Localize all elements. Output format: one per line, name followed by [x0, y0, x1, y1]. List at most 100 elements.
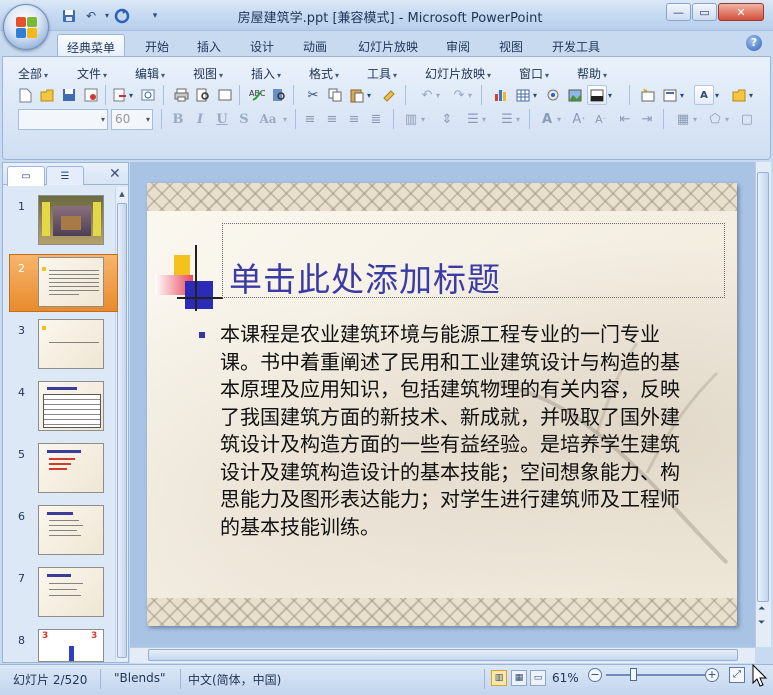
- font-color-dropdown-icon[interactable]: ▾: [554, 109, 564, 129]
- minimize-button[interactable]: —: [666, 3, 691, 21]
- align-right-icon[interactable]: ≡: [344, 109, 364, 129]
- print-icon[interactable]: [171, 85, 191, 105]
- slide-show-button[interactable]: ▭: [530, 670, 546, 686]
- insert-chart-icon[interactable]: [491, 85, 511, 105]
- web-page-icon[interactable]: [138, 85, 158, 105]
- numbering-dropdown-icon[interactable]: ▾: [479, 109, 489, 129]
- slide-thumbnail-1[interactable]: [38, 195, 104, 245]
- table-dropdown-icon[interactable]: ▾: [530, 85, 540, 105]
- normal-view-button[interactable]: ▥: [491, 670, 507, 686]
- close-panel-icon[interactable]: ✕: [109, 166, 121, 182]
- zoom-out-button[interactable]: −: [588, 668, 602, 682]
- menu-edit[interactable]: 编辑 ▾: [135, 65, 165, 82]
- insert-smartart-icon[interactable]: [543, 85, 563, 105]
- slide-body-text[interactable]: 本课程是农业建筑环境与能源工程专业的一门专业课。书中着重阐述了民用和工业建筑设计…: [220, 321, 690, 541]
- maximize-button[interactable]: ▭: [692, 3, 717, 21]
- zoom-in-button[interactable]: +: [705, 668, 719, 682]
- slide-canvas[interactable]: 单击此处添加标题 本课程是农业建筑环境与能源工程专业的一门专业课。书中着重阐述了…: [147, 183, 737, 626]
- menu-file[interactable]: 文件 ▾: [77, 65, 107, 82]
- insert-picture-icon[interactable]: [565, 85, 585, 105]
- language-indicator[interactable]: 中文(简体，中国): [188, 671, 281, 688]
- slide-title[interactable]: 单击此处添加标题: [229, 253, 501, 301]
- font-size-combo[interactable]: 60 ▾: [111, 109, 153, 130]
- tab-classic-menu[interactable]: 经典菜单: [57, 34, 125, 57]
- redo-icon[interactable]: [113, 7, 131, 24]
- new-slide-icon[interactable]: [638, 85, 658, 105]
- tab-animations[interactable]: 动画: [293, 34, 337, 57]
- permission-icon[interactable]: [81, 85, 101, 105]
- layout-dropdown-icon[interactable]: ▾: [677, 85, 687, 105]
- slide-thumbnail-4[interactable]: [38, 381, 104, 431]
- font-name-combo[interactable]: ▾: [18, 109, 108, 130]
- align-left-icon[interactable]: ≡: [300, 109, 320, 129]
- text-box-dropdown-icon[interactable]: ▾: [712, 85, 722, 105]
- office-button[interactable]: [3, 4, 49, 50]
- design-dropdown-icon[interactable]: ▾: [746, 85, 756, 105]
- zoom-slider-thumb[interactable]: [630, 668, 638, 681]
- new-icon[interactable]: [15, 85, 35, 105]
- slide-thumbnail-6[interactable]: [38, 505, 104, 555]
- tab-home[interactable]: 开始: [135, 34, 179, 57]
- bullets-dropdown-icon[interactable]: ▾: [513, 109, 523, 129]
- color-grayscale-icon[interactable]: [587, 85, 607, 105]
- undo-list-icon[interactable]: ▾: [433, 85, 443, 105]
- copy-icon[interactable]: [325, 85, 345, 105]
- increase-indent-icon[interactable]: ⇥: [637, 109, 657, 129]
- export-dropdown-icon[interactable]: ▾: [126, 85, 136, 105]
- menu-format[interactable]: 格式 ▾: [309, 65, 339, 82]
- slides-tab[interactable]: ▭: [7, 166, 45, 186]
- bold-button[interactable]: B: [168, 109, 188, 129]
- menu-view[interactable]: 视图 ▾: [193, 65, 223, 82]
- shapes-dropdown-icon[interactable]: ▾: [722, 109, 732, 129]
- redo-list-icon[interactable]: ▾: [465, 85, 475, 105]
- cut-icon[interactable]: ✂: [303, 85, 323, 105]
- slide-sorter-button[interactable]: ▦: [511, 670, 527, 686]
- zoom-level[interactable]: 61%: [552, 671, 579, 685]
- slide-thumbnail-8[interactable]: 3 3: [38, 629, 104, 662]
- text-direction-icon[interactable]: ⇕: [437, 109, 457, 129]
- shrink-font-icon[interactable]: A ⁻: [591, 109, 611, 129]
- columns-dropdown-icon[interactable]: ▾: [418, 109, 428, 129]
- open-icon[interactable]: [37, 85, 57, 105]
- slide-thumbnail-2[interactable]: [38, 257, 104, 307]
- italic-button[interactable]: I: [190, 109, 210, 129]
- color-dropdown-icon[interactable]: ▾: [605, 85, 615, 105]
- menu-window[interactable]: 窗口 ▾: [519, 65, 549, 82]
- print-preview-icon[interactable]: [193, 85, 213, 105]
- tab-slide-show[interactable]: 幻灯片放映: [350, 34, 426, 57]
- help-icon[interactable]: ?: [746, 35, 762, 51]
- paste-dropdown-icon[interactable]: ▾: [364, 85, 374, 105]
- menu-help[interactable]: 帮助 ▾: [577, 65, 607, 82]
- menu-slide-show[interactable]: 幻灯片放映 ▾: [425, 65, 491, 82]
- layout-icon[interactable]: [215, 85, 235, 105]
- arrange-dropdown-icon[interactable]: ▾: [690, 109, 700, 129]
- justify-icon[interactable]: ≣: [366, 109, 386, 129]
- fit-to-window-icon[interactable]: ⤢: [729, 667, 745, 683]
- zoom-slider[interactable]: [606, 674, 706, 676]
- horizontal-scroll-thumb[interactable]: [148, 649, 738, 661]
- tab-review[interactable]: 审阅: [436, 34, 480, 57]
- tab-design[interactable]: 设计: [240, 34, 284, 57]
- save-icon[interactable]: [60, 7, 78, 24]
- previous-slide-icon[interactable]: ⏶: [758, 604, 765, 614]
- menu-insert[interactable]: 插入 ▾: [251, 65, 281, 82]
- customize-qat-icon[interactable]: ▾: [146, 7, 164, 24]
- text-box-icon[interactable]: A: [694, 85, 714, 105]
- slide-thumbnail-3[interactable]: [38, 319, 104, 369]
- tab-view[interactable]: 视图: [489, 34, 533, 57]
- save-icon[interactable]: [59, 85, 79, 105]
- close-button[interactable]: ✕: [718, 3, 764, 21]
- vertical-scroll-thumb[interactable]: [757, 172, 769, 602]
- underline-button[interactable]: U: [212, 109, 232, 129]
- spelling-icon[interactable]: ABC: [247, 85, 267, 105]
- align-center-icon[interactable]: ≡: [322, 109, 342, 129]
- tab-developer[interactable]: 开发工具: [544, 34, 608, 57]
- quick-styles-icon[interactable]: ▢: [737, 109, 757, 129]
- format-painter-icon[interactable]: [379, 85, 399, 105]
- decrease-indent-icon[interactable]: ⇤: [615, 109, 635, 129]
- slide-thumbnail-7[interactable]: [38, 567, 104, 617]
- menu-all[interactable]: 全部 ▾: [18, 65, 48, 82]
- change-case-button[interactable]: Aa: [256, 109, 280, 129]
- slide-thumbnail-5[interactable]: [38, 443, 104, 493]
- case-dropdown-icon[interactable]: ▾: [280, 109, 290, 129]
